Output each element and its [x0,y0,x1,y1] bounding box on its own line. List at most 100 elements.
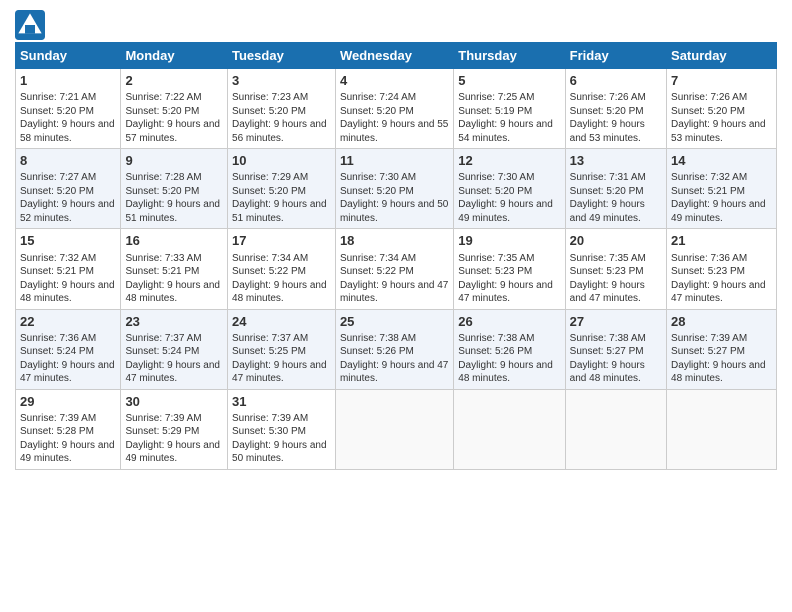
calendar-cell: 1 Sunrise: 7:21 AM Sunset: 5:20 PM Dayli… [16,69,121,149]
sunset-text: Sunset: 5:23 PM [671,265,772,279]
calendar-cell: 25 Sunrise: 7:38 AM Sunset: 5:26 PM Dayl… [335,309,453,389]
day-number: 22 [20,313,116,331]
daylight-text: Daylight: 9 hours and 52 minutes. [20,198,116,225]
day-number: 25 [340,313,449,331]
calendar-cell: 15 Sunrise: 7:32 AM Sunset: 5:21 PM Dayl… [16,229,121,309]
sunset-text: Sunset: 5:20 PM [232,105,331,119]
sunset-text: Sunset: 5:19 PM [458,105,560,119]
week-row-2: 8 Sunrise: 7:27 AM Sunset: 5:20 PM Dayli… [16,149,777,229]
sunrise-text: Sunrise: 7:30 AM [340,171,449,185]
calendar-cell: 21 Sunrise: 7:36 AM Sunset: 5:23 PM Dayl… [667,229,777,309]
day-number: 13 [570,152,662,170]
day-number: 31 [232,393,331,411]
sunset-text: Sunset: 5:20 PM [570,185,662,199]
daylight-text: Daylight: 9 hours and 49 minutes. [125,439,223,466]
sunset-text: Sunset: 5:27 PM [671,345,772,359]
daylight-text: Daylight: 9 hours and 57 minutes. [125,118,223,145]
calendar-cell: 13 Sunrise: 7:31 AM Sunset: 5:20 PM Dayl… [565,149,666,229]
day-number: 11 [340,152,449,170]
sunset-text: Sunset: 5:20 PM [458,185,560,199]
daylight-text: Daylight: 9 hours and 54 minutes. [458,118,560,145]
sunrise-text: Sunrise: 7:38 AM [340,332,449,346]
sunset-text: Sunset: 5:20 PM [340,105,449,119]
header-friday: Friday [565,43,666,69]
calendar-cell: 18 Sunrise: 7:34 AM Sunset: 5:22 PM Dayl… [335,229,453,309]
sunset-text: Sunset: 5:21 PM [20,265,116,279]
calendar-cell: 10 Sunrise: 7:29 AM Sunset: 5:20 PM Dayl… [228,149,336,229]
daylight-text: Daylight: 9 hours and 49 minutes. [570,198,662,225]
calendar-cell: 4 Sunrise: 7:24 AM Sunset: 5:20 PM Dayli… [335,69,453,149]
calendar-cell: 27 Sunrise: 7:38 AM Sunset: 5:27 PM Dayl… [565,309,666,389]
calendar-cell: 31 Sunrise: 7:39 AM Sunset: 5:30 PM Dayl… [228,389,336,469]
sunset-text: Sunset: 5:20 PM [20,105,116,119]
day-number: 4 [340,72,449,90]
sunset-text: Sunset: 5:20 PM [125,105,223,119]
header-monday: Monday [121,43,228,69]
calendar-cell: 29 Sunrise: 7:39 AM Sunset: 5:28 PM Dayl… [16,389,121,469]
sunrise-text: Sunrise: 7:33 AM [125,252,223,266]
sunset-text: Sunset: 5:20 PM [20,185,116,199]
sunset-text: Sunset: 5:20 PM [671,105,772,119]
daylight-text: Daylight: 9 hours and 47 minutes. [671,279,772,306]
sunrise-text: Sunrise: 7:35 AM [570,252,662,266]
calendar-cell: 28 Sunrise: 7:39 AM Sunset: 5:27 PM Dayl… [667,309,777,389]
sunrise-text: Sunrise: 7:31 AM [570,171,662,185]
sunrise-text: Sunrise: 7:25 AM [458,91,560,105]
sunrise-text: Sunrise: 7:21 AM [20,91,116,105]
daylight-text: Daylight: 9 hours and 47 minutes. [20,359,116,386]
sunrise-text: Sunrise: 7:26 AM [570,91,662,105]
day-number: 12 [458,152,560,170]
calendar-cell: 16 Sunrise: 7:33 AM Sunset: 5:21 PM Dayl… [121,229,228,309]
calendar-cell: 2 Sunrise: 7:22 AM Sunset: 5:20 PM Dayli… [121,69,228,149]
header-row [15,10,777,40]
sunset-text: Sunset: 5:20 PM [232,185,331,199]
day-number: 8 [20,152,116,170]
day-number: 6 [570,72,662,90]
sunset-text: Sunset: 5:25 PM [232,345,331,359]
sunrise-text: Sunrise: 7:39 AM [20,412,116,426]
day-number: 28 [671,313,772,331]
sunrise-text: Sunrise: 7:37 AM [125,332,223,346]
header-wednesday: Wednesday [335,43,453,69]
calendar-cell: 14 Sunrise: 7:32 AM Sunset: 5:21 PM Dayl… [667,149,777,229]
header-thursday: Thursday [454,43,565,69]
week-row-4: 22 Sunrise: 7:36 AM Sunset: 5:24 PM Dayl… [16,309,777,389]
daylight-text: Daylight: 9 hours and 47 minutes. [458,279,560,306]
logo-icon [15,10,45,40]
calendar-header-row: SundayMondayTuesdayWednesdayThursdayFrid… [16,43,777,69]
calendar-cell: 17 Sunrise: 7:34 AM Sunset: 5:22 PM Dayl… [228,229,336,309]
sunset-text: Sunset: 5:29 PM [125,425,223,439]
header-sunday: Sunday [16,43,121,69]
calendar-cell: 5 Sunrise: 7:25 AM Sunset: 5:19 PM Dayli… [454,69,565,149]
day-number: 24 [232,313,331,331]
day-number: 10 [232,152,331,170]
daylight-text: Daylight: 9 hours and 48 minutes. [232,279,331,306]
sunset-text: Sunset: 5:20 PM [125,185,223,199]
daylight-text: Daylight: 9 hours and 48 minutes. [125,279,223,306]
day-number: 3 [232,72,331,90]
daylight-text: Daylight: 9 hours and 47 minutes. [232,359,331,386]
sunrise-text: Sunrise: 7:28 AM [125,171,223,185]
calendar-cell: 6 Sunrise: 7:26 AM Sunset: 5:20 PM Dayli… [565,69,666,149]
day-number: 1 [20,72,116,90]
sunrise-text: Sunrise: 7:35 AM [458,252,560,266]
day-number: 15 [20,232,116,250]
sunset-text: Sunset: 5:23 PM [458,265,560,279]
calendar-cell [454,389,565,469]
day-number: 16 [125,232,223,250]
day-number: 17 [232,232,331,250]
calendar-cell: 9 Sunrise: 7:28 AM Sunset: 5:20 PM Dayli… [121,149,228,229]
calendar-cell: 12 Sunrise: 7:30 AM Sunset: 5:20 PM Dayl… [454,149,565,229]
sunset-text: Sunset: 5:21 PM [125,265,223,279]
page-container: SundayMondayTuesdayWednesdayThursdayFrid… [0,0,792,480]
sunrise-text: Sunrise: 7:24 AM [340,91,449,105]
sunset-text: Sunset: 5:28 PM [20,425,116,439]
daylight-text: Daylight: 9 hours and 50 minutes. [232,439,331,466]
daylight-text: Daylight: 9 hours and 58 minutes. [20,118,116,145]
daylight-text: Daylight: 9 hours and 56 minutes. [232,118,331,145]
daylight-text: Daylight: 9 hours and 48 minutes. [20,279,116,306]
sunset-text: Sunset: 5:26 PM [340,345,449,359]
sunrise-text: Sunrise: 7:23 AM [232,91,331,105]
calendar-cell [565,389,666,469]
calendar-cell: 20 Sunrise: 7:35 AM Sunset: 5:23 PM Dayl… [565,229,666,309]
